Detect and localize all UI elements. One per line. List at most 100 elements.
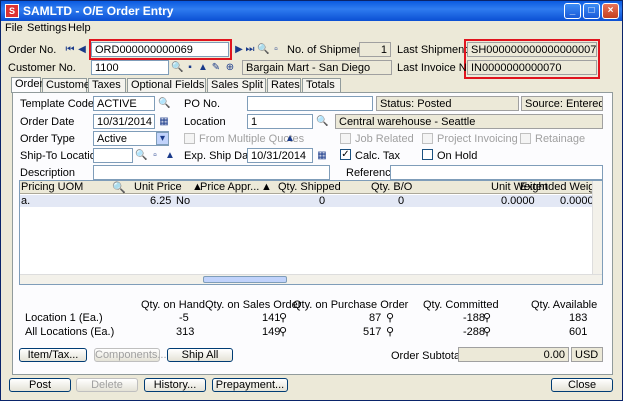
table-row[interactable]: a. 6.25 No 0 0 0.0000 0.0000 [20,195,594,207]
customer-zoom-icon[interactable]: ⊕ [224,62,236,74]
project-invoicing-label: Project Invoicing [437,133,518,145]
finder-icon[interactable]: 🔍 [257,44,269,56]
all-on-po-drill-icon[interactable]: ⚲ [386,325,394,338]
loc-on-po-drill-icon[interactable]: ⚲ [386,311,394,324]
calc-tax-checkbox[interactable]: ✓ [340,149,351,160]
currency-field: USD [571,347,603,362]
all-on-so-drill-icon[interactable]: ⚲ [279,325,287,338]
tab-taxes[interactable]: Taxes [88,78,126,92]
tab-order[interactable]: Order [11,77,43,93]
horizontal-scroll-thumb[interactable] [203,276,287,283]
grid-header: Pricing UOM 🔍 Unit Price ▲ Price Appr...… [20,181,602,194]
item-tax-button[interactable]: Item/Tax... [19,348,87,362]
previous-record-icon[interactable]: ◀ [76,44,88,56]
prepayment-button[interactable]: Prepayment... [212,378,288,392]
reference-field[interactable] [390,165,603,180]
job-related-checkbox[interactable] [340,133,351,144]
detail-grid[interactable]: Pricing UOM 🔍 Unit Price ▲ Price Appr...… [19,180,603,285]
template-code-field[interactable]: ACTIVE [93,96,155,111]
ship-to-field[interactable] [93,148,133,163]
menu-settings[interactable]: Settings [27,22,67,34]
window-title: SAMLTD - O/E Order Entry [23,4,174,18]
maximize-button[interactable]: □ [583,3,600,19]
loc-committed-drill-icon[interactable]: ⚲ [483,311,491,324]
description-label: Description [20,167,76,179]
first-record-icon[interactable]: ⏮ [64,44,76,56]
status-field: Status: Posted [376,96,519,111]
loc-on-so-drill-icon[interactable]: ⚲ [279,311,287,324]
grid-vertical-scrollbar[interactable] [592,181,602,275]
delete-button[interactable]: Delete [76,378,138,392]
customer-document-icon[interactable]: ▪ [184,62,196,74]
close-button[interactable]: Close [551,378,613,392]
components-button[interactable]: Components... [94,348,167,362]
retainage-checkbox[interactable] [520,133,531,144]
customer-no-field[interactable]: 1100 [91,60,169,75]
all-committed: -288 [463,326,486,338]
num-shipments-field: 1 [359,42,391,57]
menu-help[interactable]: Help [68,22,91,34]
location-description-field: Central warehouse - Seattle [335,114,603,129]
tab-totals[interactable]: Totals [302,78,341,92]
customer-up-icon[interactable]: ▲ [197,62,209,74]
ship-to-label: Ship-To Location [20,150,102,162]
location-field[interactable]: 1 [247,114,313,129]
menu-file[interactable]: File [5,22,23,34]
cell-qty-bo: 0 [398,195,405,207]
customer-no-label: Customer No. [8,62,76,74]
order-date-calendar-icon[interactable]: ▦ [158,116,170,128]
all-on-hand: 313 [176,326,195,338]
ship-to-new-icon[interactable]: ▫ [149,150,161,162]
order-date-label: Order Date [20,116,75,128]
tab-sales-split[interactable]: Sales Split [207,78,266,92]
loc-row-label: Location 1 (Ea.) [25,312,103,324]
on-hold-checkbox[interactable] [422,149,433,160]
all-on-so: 149 [262,326,281,338]
new-document-icon[interactable]: ▫ [270,44,282,56]
tab-rates[interactable]: Rates [267,78,301,92]
on-hold-label: On Hold [437,150,478,162]
ship-to-finder-icon[interactable]: 🔍 [135,150,147,162]
post-button[interactable]: Post [9,378,71,392]
cell-uom: a. [21,195,31,207]
col-unit-price[interactable]: Unit Price [134,181,182,193]
customer-edit-icon[interactable]: ✎ [210,62,222,74]
order-no-label: Order No. [8,44,57,56]
close-window-button[interactable]: × [602,3,619,19]
from-multiple-quotes-checkbox[interactable] [184,133,195,144]
col-qty-bo[interactable]: Qty. B/O [371,181,412,193]
location-finder-icon[interactable]: 🔍 [316,116,328,128]
hdr-qty-available: Qty. Available [531,299,598,311]
last-invoice-field: IN0000000000070 [467,60,597,75]
col-qty-shipped[interactable]: Qty. Shipped [278,181,341,193]
exp-ship-date-field[interactable]: 10/31/2014 [247,148,313,163]
customer-name-field: Bargain Mart - San Diego [242,60,392,75]
po-no-label: PO No. [184,98,221,110]
description-field[interactable] [93,165,330,180]
order-type-dropdown-icon[interactable]: ▾ [156,132,169,145]
project-invoicing-checkbox[interactable] [422,133,433,144]
col-pricing-uom[interactable]: Pricing UOM [21,181,83,193]
col-extended-weight[interactable]: Extended Weight [520,181,602,193]
ship-all-button[interactable]: Ship All [167,348,233,362]
tab-optional-fields[interactable]: Optional Fields [127,78,206,92]
order-date-field[interactable]: 10/31/2014 [93,114,155,129]
last-invoice-label: Last Invoice No. [397,62,476,74]
exp-ship-date-calendar-icon[interactable]: ▦ [316,150,328,162]
order-entry-window: S SAMLTD - O/E Order Entry _ □ × File Se… [0,0,623,401]
customer-finder-icon[interactable]: 🔍 [171,62,183,74]
quotes-up-icon[interactable]: ▲ [284,133,296,145]
hdr-qty-committed: Qty. Committed [423,299,499,311]
order-type-label: Order Type [20,133,75,145]
ship-to-up-icon[interactable]: ▲ [164,150,176,162]
col-price-approval[interactable]: Price Appr... [200,181,259,193]
history-button[interactable]: History... [144,378,206,392]
all-committed-drill-icon[interactable]: ⚲ [483,325,491,338]
minimize-button[interactable]: _ [564,3,581,19]
grid-horizontal-scrollbar[interactable] [20,274,602,284]
last-record-icon[interactable]: ⏭ [244,44,256,56]
order-no-highlight [89,39,232,60]
tab-customer[interactable]: Customer [42,78,94,92]
po-no-field[interactable] [247,96,373,111]
template-finder-icon[interactable]: 🔍 [158,98,170,110]
